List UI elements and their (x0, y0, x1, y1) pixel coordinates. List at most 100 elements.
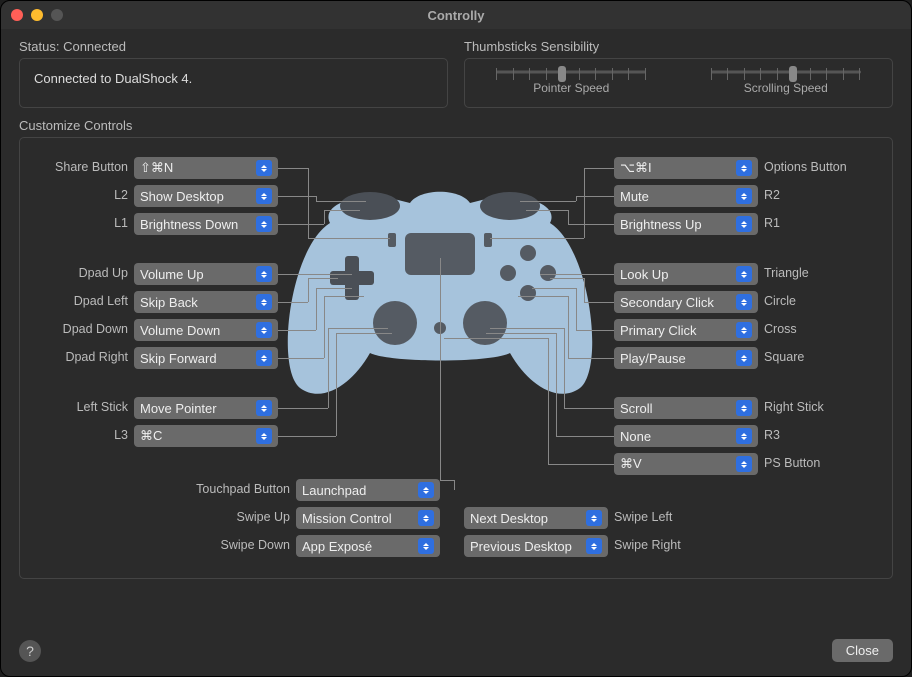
chevron-updn-icon (736, 456, 752, 472)
chevron-updn-icon (256, 400, 272, 416)
thumbsticks-box: Pointer Speed Scrolling Speed (464, 58, 893, 108)
l1-select[interactable]: Brightness Down (134, 213, 278, 235)
l3-label: L3 (20, 428, 128, 442)
window-title: Controlly (427, 8, 484, 23)
touchpad-button-select[interactable]: Launchpad (296, 479, 440, 501)
traffic-lights (11, 9, 63, 21)
r3-select[interactable]: None (614, 425, 758, 447)
chevron-updn-icon (256, 428, 272, 444)
customize-panel: Customize Controls (19, 118, 893, 629)
r3-label: R3 (764, 428, 780, 442)
chevron-updn-icon (418, 510, 434, 526)
swipe-up-label: Swipe Up (190, 510, 290, 524)
square-label: Square (764, 350, 804, 364)
l2-label: L2 (20, 188, 128, 202)
content: Status: Connected Connected to DualShock… (1, 29, 911, 676)
swipe-down-label: Swipe Down (190, 538, 290, 552)
bottom-row: ? Close (19, 639, 893, 662)
dpad-down-select[interactable]: Volume Down (134, 319, 278, 341)
swipe-right-label: Swipe Right (614, 538, 681, 552)
swipe-left-label: Swipe Left (614, 510, 672, 524)
dpad-up-label: Dpad Up (20, 266, 128, 280)
chevron-updn-icon (418, 482, 434, 498)
circle-label: Circle (764, 294, 796, 308)
dpad-right-label: Dpad Right (20, 350, 128, 364)
swipe-right-select[interactable]: Previous Desktop (464, 535, 608, 557)
titlebar: Controlly (1, 1, 911, 29)
ps-button-label: PS Button (764, 456, 820, 470)
l3-select[interactable]: ⌘C (134, 425, 278, 447)
chevron-updn-icon (256, 188, 272, 204)
top-row: Status: Connected Connected to DualShock… (19, 39, 893, 108)
l2-select[interactable]: Show Desktop (134, 185, 278, 207)
dpad-right-select[interactable]: Skip Forward (134, 347, 278, 369)
chevron-updn-icon (256, 322, 272, 338)
chevron-updn-icon (736, 428, 752, 444)
scrolling-speed-label: Scrolling Speed (744, 81, 828, 95)
r2-label: R2 (764, 188, 780, 202)
window: Controlly Status: Connected Connected to… (0, 0, 912, 677)
close-window-icon[interactable] (11, 9, 23, 21)
chevron-updn-icon (736, 400, 752, 416)
minimize-window-icon[interactable] (31, 9, 43, 21)
status-label: Status: Connected (19, 39, 448, 54)
chevron-updn-icon (736, 294, 752, 310)
options-button-select[interactable]: ⌥⌘I (614, 157, 758, 179)
left-stick-label: Left Stick (20, 400, 128, 414)
l1-label: L1 (20, 216, 128, 230)
thumbsticks-panel: Thumbsticks Sensibility Pointer Speed (464, 39, 893, 108)
dpad-down-label: Dpad Down (20, 322, 128, 336)
chevron-updn-icon (256, 350, 272, 366)
dpad-left-label: Dpad Left (20, 294, 128, 308)
chevron-updn-icon (736, 160, 752, 176)
status-panel: Status: Connected Connected to DualShock… (19, 39, 448, 108)
swipe-left-select[interactable]: Next Desktop (464, 507, 608, 529)
r2-select[interactable]: Mute (614, 185, 758, 207)
chevron-updn-icon (736, 322, 752, 338)
chevron-updn-icon (418, 538, 434, 554)
options-button-label: Options Button (764, 160, 847, 174)
share-button-label: Share Button (20, 160, 128, 174)
share-button-select[interactable]: ⇧⌘N (134, 157, 278, 179)
cross-label: Cross (764, 322, 797, 336)
chevron-updn-icon (256, 216, 272, 232)
triangle-select[interactable]: Look Up (614, 263, 758, 285)
swipe-up-select[interactable]: Mission Control (296, 507, 440, 529)
r1-label: R1 (764, 216, 780, 230)
dpad-left-select[interactable]: Skip Back (134, 291, 278, 313)
ps-button-select[interactable]: ⌘V (614, 453, 758, 475)
help-button[interactable]: ? (19, 640, 41, 662)
pointer-speed-wrap: Pointer Speed (496, 65, 646, 95)
chevron-updn-icon (736, 188, 752, 204)
dpad-up-select[interactable]: Volume Up (134, 263, 278, 285)
triangle-label: Triangle (764, 266, 809, 280)
chevron-updn-icon (586, 510, 602, 526)
cross-select[interactable]: Primary Click (614, 319, 758, 341)
r1-select[interactable]: Brightness Up (614, 213, 758, 235)
chevron-updn-icon (736, 350, 752, 366)
right-stick-label: Right Stick (764, 400, 824, 414)
status-box: Connected to DualShock 4. (19, 58, 448, 108)
pointer-speed-slider[interactable] (496, 65, 646, 79)
right-stick-select[interactable]: Scroll (614, 397, 758, 419)
pointer-speed-label: Pointer Speed (533, 81, 609, 95)
customize-label: Customize Controls (19, 118, 893, 133)
scrolling-speed-slider[interactable] (711, 65, 861, 79)
chevron-updn-icon (736, 216, 752, 232)
chevron-updn-icon (256, 266, 272, 282)
swipe-down-select[interactable]: App Exposé (296, 535, 440, 557)
zoom-window-icon[interactable] (51, 9, 63, 21)
chevron-updn-icon (736, 266, 752, 282)
square-select[interactable]: Play/Pause (614, 347, 758, 369)
close-button[interactable]: Close (832, 639, 893, 662)
chevron-updn-icon (256, 160, 272, 176)
scrolling-speed-wrap: Scrolling Speed (711, 65, 861, 95)
customize-box: Share Button ⇧⌘N L2 Show Desktop L1 Brig… (19, 137, 893, 579)
circle-select[interactable]: Secondary Click (614, 291, 758, 313)
status-text: Connected to DualShock 4. (34, 71, 192, 86)
chevron-updn-icon (586, 538, 602, 554)
thumbsticks-label: Thumbsticks Sensibility (464, 39, 893, 54)
touchpad-button-label: Touchpad Button (190, 482, 290, 496)
left-stick-select[interactable]: Move Pointer (134, 397, 278, 419)
chevron-updn-icon (256, 294, 272, 310)
